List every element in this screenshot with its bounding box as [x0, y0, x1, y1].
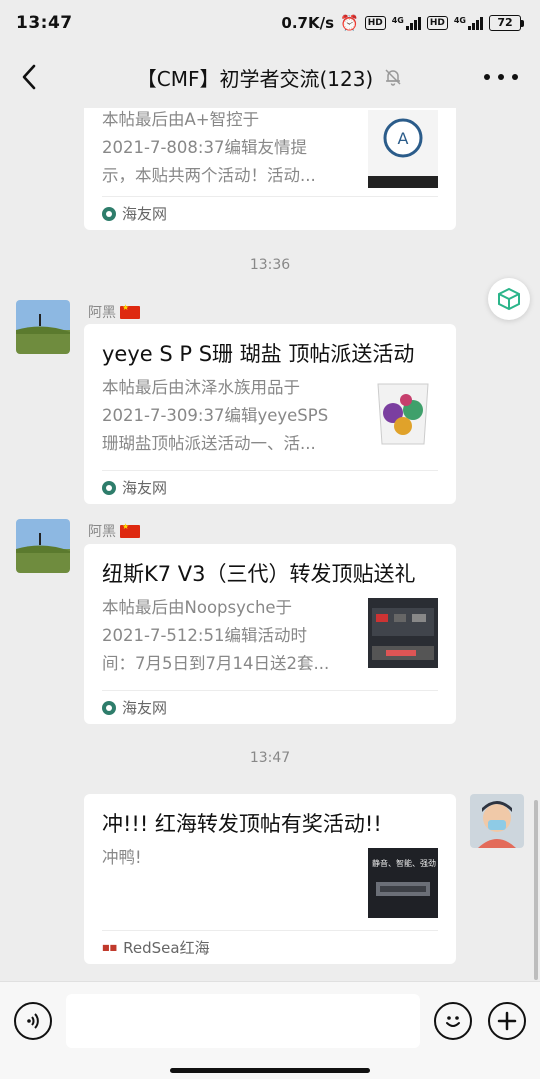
shared-link-card[interactable]: 本帖最后由A+智控于 2021-7-808:37编辑友情提 示，本贴共两个活动！…: [84, 108, 456, 230]
avatar[interactable]: [16, 300, 70, 354]
card-source: 海友网: [102, 196, 438, 230]
signal-icon-2: 4G: [454, 16, 483, 30]
card-description: 本帖最后由沐泽水族用品于 2021-7-309:37编辑yeyeSPS 珊瑚盐顶…: [102, 378, 329, 453]
network-speed: 0.7K/s: [281, 14, 334, 32]
card-thumbnail: 静音、智能、强劲: [368, 848, 438, 918]
status-indicators: 0.7K/s ⏰ HD 4G HD 4G 72: [281, 14, 524, 32]
message-input[interactable]: [66, 994, 420, 1048]
redsea-logo-icon: ■■: [102, 943, 118, 952]
chat-title-text: 【CMF】初学者交流(123): [136, 66, 374, 91]
avatar[interactable]: [16, 519, 70, 573]
card-title: 纽斯K7 V3（三代）转发顶贴送礼: [102, 562, 416, 586]
bell-off-icon: [385, 69, 401, 86]
plus-icon[interactable]: [488, 1002, 526, 1040]
card-source: 海友网: [102, 690, 438, 724]
status-time: 13:47: [16, 13, 73, 33]
signal-icon: 4G: [392, 16, 421, 30]
hd-badge-2: HD: [426, 16, 448, 30]
shared-link-card[interactable]: yeye S P S珊 瑚盐 顶帖派送活动 本帖最后由沐泽水族用品于 2021-…: [84, 324, 456, 504]
battery-icon: 72: [489, 15, 524, 31]
chat-message-list[interactable]: 本帖最后由A+智控于 2021-7-808:37编辑友情提 示，本贴共两个活动！…: [0, 108, 540, 981]
chevron-left-icon[interactable]: [14, 60, 48, 94]
card-thumbnail: A: [368, 110, 438, 188]
net-type: 4G: [391, 16, 404, 25]
shared-link-card[interactable]: 纽斯K7 V3（三代）转发顶贴送礼 本帖最后由Noopsyche于 2021-7…: [84, 544, 456, 724]
emoji-icon[interactable]: [434, 1002, 472, 1040]
source-logo-icon: [102, 206, 116, 221]
china-flag-icon: [120, 522, 140, 538]
card-source: ■■ RedSea红海: [102, 930, 438, 964]
card-description: 本帖最后由A+智控于 2021-7-808:37编辑友情提 示，本贴共两个活动！…: [102, 110, 316, 185]
card-source: 海友网: [102, 470, 438, 504]
sender-name: 阿黑: [88, 302, 140, 322]
status-bar: 13:47 0.7K/s ⏰ HD 4G HD 4G 72: [0, 0, 540, 46]
home-indicator[interactable]: [170, 1068, 370, 1073]
shared-link-card[interactable]: 冲!!! 红海转发顶帖有奖活动!! 冲鸭! 静音、智能、强劲 ■■ RedSea…: [84, 794, 456, 964]
floating-window-button[interactable]: [488, 278, 530, 320]
avatar[interactable]: [470, 794, 524, 848]
chat-header: 【CMF】初学者交流(123): [0, 46, 540, 108]
battery-level: 72: [489, 15, 521, 31]
sender-name: 阿黑: [88, 521, 140, 541]
net-type-2: 4G: [453, 16, 466, 25]
alarm-icon: ⏰: [340, 14, 359, 32]
timestamp: 13:47: [249, 750, 291, 766]
timestamp: 13:36: [249, 257, 291, 273]
card-description: 冲鸭!: [102, 848, 142, 867]
voice-icon[interactable]: [14, 1002, 52, 1040]
card-title: yeye S P S珊 瑚盐 顶帖派送活动: [102, 342, 415, 366]
hd-badge: HD: [364, 16, 386, 30]
more-dots-icon[interactable]: [484, 64, 518, 90]
cube-icon: [498, 287, 520, 311]
source-logo-icon: [102, 700, 116, 715]
china-flag-icon: [120, 303, 140, 319]
card-title: 冲!!! 红海转发顶帖有奖活动!!: [102, 812, 382, 836]
svg-text:A: A: [398, 129, 409, 148]
card-thumbnail: [368, 598, 438, 668]
scrollbar[interactable]: [534, 800, 538, 980]
source-logo-icon: [102, 480, 116, 495]
input-bar: [0, 981, 540, 1079]
card-thumbnail: [368, 378, 438, 448]
card-description: 本帖最后由Noopsyche于 2021-7-512:51编辑活动时 间：7月5…: [102, 598, 330, 673]
chat-title: 【CMF】初学者交流(123): [137, 63, 404, 92]
